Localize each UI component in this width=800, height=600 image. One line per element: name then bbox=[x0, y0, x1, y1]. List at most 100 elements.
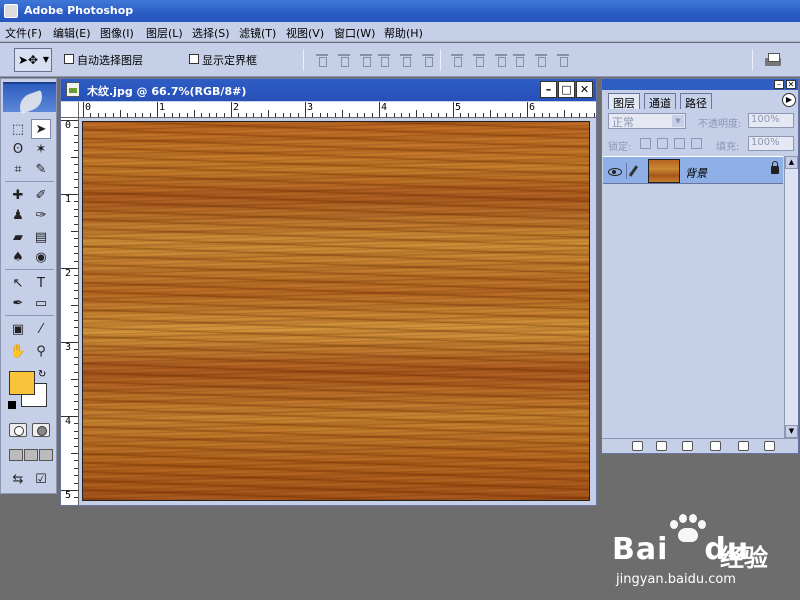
scroll-up-icon[interactable]: ▲ bbox=[785, 156, 798, 169]
layer-style-icon[interactable] bbox=[632, 441, 643, 451]
distribute-right-icon[interactable] bbox=[555, 51, 571, 67]
maximize-button[interactable]: □ bbox=[558, 81, 575, 98]
layers-scrollbar[interactable]: ▲ ▼ bbox=[784, 156, 798, 438]
pen-tool-icon[interactable]: ✒ bbox=[8, 293, 28, 313]
ruler-tick bbox=[142, 113, 144, 117]
menu-filter[interactable]: 滤镜(T) bbox=[239, 25, 276, 41]
menu-edit[interactable]: 编辑(E) bbox=[53, 25, 91, 41]
notes-tool-icon[interactable]: ▣ bbox=[8, 319, 28, 339]
lock-transparency-icon[interactable] bbox=[640, 138, 651, 149]
brush-icon[interactable] bbox=[626, 163, 642, 179]
ruler-origin[interactable] bbox=[61, 102, 79, 118]
tab-paths[interactable]: 路径 bbox=[680, 93, 712, 110]
auto-select-layer-checkbox[interactable] bbox=[64, 54, 74, 64]
align-top-icon[interactable] bbox=[314, 51, 330, 67]
menu-file[interactable]: 文件(F) bbox=[5, 25, 42, 41]
canvas-area[interactable] bbox=[80, 119, 596, 505]
menu-layer[interactable]: 图层(L) bbox=[146, 25, 183, 41]
history-brush-tool-icon[interactable]: ✑ bbox=[31, 205, 51, 225]
default-colors-icon[interactable] bbox=[8, 401, 16, 409]
trash-icon[interactable] bbox=[764, 441, 775, 451]
blend-mode-select[interactable]: 正常 ▼ bbox=[608, 113, 686, 129]
blur-tool-icon[interactable]: ♠ bbox=[8, 247, 28, 267]
menu-window[interactable]: 窗口(W) bbox=[334, 25, 375, 41]
lock-all-icon[interactable] bbox=[691, 138, 702, 149]
print-icon[interactable] bbox=[764, 52, 782, 68]
wood-grain-image[interactable] bbox=[82, 121, 590, 501]
distribute-vcenter-icon[interactable] bbox=[471, 51, 487, 67]
distribute-top-icon[interactable] bbox=[449, 51, 465, 67]
layer-mask-icon[interactable] bbox=[656, 441, 667, 451]
ruler-tick bbox=[541, 113, 543, 117]
lock-position-icon[interactable] bbox=[674, 138, 685, 149]
brush-tool-icon[interactable]: ✐ bbox=[31, 185, 51, 205]
crop-tool-icon[interactable]: ⌗ bbox=[8, 159, 28, 179]
screen-mode-full-button[interactable] bbox=[39, 449, 53, 461]
new-layer-icon[interactable] bbox=[738, 441, 749, 451]
gradient-tool-icon[interactable]: ▤ bbox=[31, 227, 51, 247]
eyedropper-tool-icon[interactable]: ⁄ bbox=[31, 319, 51, 339]
menu-image[interactable]: 图像(I) bbox=[100, 25, 134, 41]
fill-field[interactable]: 100% bbox=[748, 136, 794, 151]
healing-brush-tool-icon[interactable]: ✚ bbox=[8, 185, 28, 205]
shape-tool-icon[interactable]: ▭ bbox=[31, 293, 51, 313]
opacity-field[interactable]: 100% bbox=[748, 113, 794, 128]
lasso-tool-icon[interactable]: ʘ bbox=[8, 139, 28, 159]
tab-layers[interactable]: 图层 bbox=[608, 93, 640, 110]
vertical-ruler[interactable]: 0 1 2 3 4 5 bbox=[61, 118, 79, 505]
adjustment-layer-icon[interactable] bbox=[710, 441, 721, 451]
eraser-tool-icon[interactable]: ▰ bbox=[8, 227, 28, 247]
new-set-icon[interactable] bbox=[682, 441, 693, 451]
standard-mode-button[interactable] bbox=[9, 423, 27, 437]
eye-icon[interactable] bbox=[606, 163, 622, 179]
dodge-tool-icon[interactable]: ◉ bbox=[31, 247, 51, 267]
lock-image-icon[interactable] bbox=[657, 138, 668, 149]
ruler-tick bbox=[74, 275, 78, 277]
show-bounding-box-checkbox[interactable] bbox=[189, 54, 199, 64]
distribute-hcenter-icon[interactable] bbox=[533, 51, 549, 67]
type-tool-icon[interactable]: T bbox=[31, 273, 51, 293]
tab-channels[interactable]: 通道 bbox=[644, 93, 676, 110]
align-bottom-icon[interactable] bbox=[358, 51, 374, 67]
panel-menu-icon[interactable]: ▶ bbox=[782, 93, 796, 107]
screen-mode-full-menu-button[interactable] bbox=[24, 449, 38, 461]
panel-title-bar[interactable]: – ✕ bbox=[602, 79, 798, 90]
magic-wand-tool-icon[interactable]: ✶ bbox=[31, 139, 51, 159]
tool-preset-picker[interactable]: ➤✥ ▼ bbox=[14, 48, 52, 72]
foreground-color-swatch[interactable] bbox=[9, 371, 35, 395]
imageready-jump-icon[interactable]: ⇆ bbox=[8, 469, 28, 489]
ruler-tick bbox=[312, 113, 314, 117]
horizontal-ruler[interactable]: 0 1 2 3 4 5 6 bbox=[79, 102, 596, 118]
align-right-icon[interactable] bbox=[420, 51, 436, 67]
move-tool-icon[interactable]: ➤ bbox=[31, 119, 51, 139]
panel-close-button[interactable]: ✕ bbox=[786, 80, 796, 89]
close-button[interactable]: ✕ bbox=[576, 81, 593, 98]
stamp-tool-icon[interactable]: ♟ bbox=[8, 205, 28, 225]
checkbox-tool-icon[interactable]: ☑ bbox=[31, 469, 51, 489]
align-vcenter-icon[interactable] bbox=[336, 51, 352, 67]
menu-help[interactable]: 帮助(H) bbox=[384, 25, 423, 41]
ruler-tick bbox=[71, 305, 78, 306]
ruler-tick bbox=[416, 110, 417, 117]
align-left-icon[interactable] bbox=[376, 51, 392, 67]
distribute-bottom-icon[interactable] bbox=[493, 51, 509, 67]
swap-colors-icon[interactable]: ↻ bbox=[38, 369, 46, 380]
menu-view[interactable]: 视图(V) bbox=[286, 25, 324, 41]
marquee-tool-icon[interactable]: ⬚ bbox=[8, 119, 28, 139]
toolbox-banner[interactable] bbox=[3, 82, 56, 114]
screen-mode-standard-button[interactable] bbox=[9, 449, 23, 461]
layer-row-background[interactable]: 背景 bbox=[603, 156, 783, 184]
panel-minimize-button[interactable]: – bbox=[774, 80, 784, 89]
menu-select[interactable]: 选择(S) bbox=[192, 25, 230, 41]
zoom-tool-icon[interactable]: ⚲ bbox=[31, 341, 51, 361]
align-hcenter-icon[interactable] bbox=[398, 51, 414, 67]
path-select-tool-icon[interactable]: ↖ bbox=[8, 273, 28, 293]
hand-tool-icon[interactable]: ✋ bbox=[8, 341, 28, 361]
slice-tool-icon[interactable]: ✎ bbox=[31, 159, 51, 179]
minimize-button[interactable]: – bbox=[540, 81, 557, 98]
distribute-left-icon[interactable] bbox=[511, 51, 527, 67]
document-title-bar[interactable]: 木纹.jpg @ 66.7%(RGB/8#) – □ ✕ bbox=[61, 79, 596, 101]
divider bbox=[5, 181, 54, 182]
scroll-down-icon[interactable]: ▼ bbox=[785, 425, 798, 438]
quick-mask-button[interactable] bbox=[32, 423, 50, 437]
